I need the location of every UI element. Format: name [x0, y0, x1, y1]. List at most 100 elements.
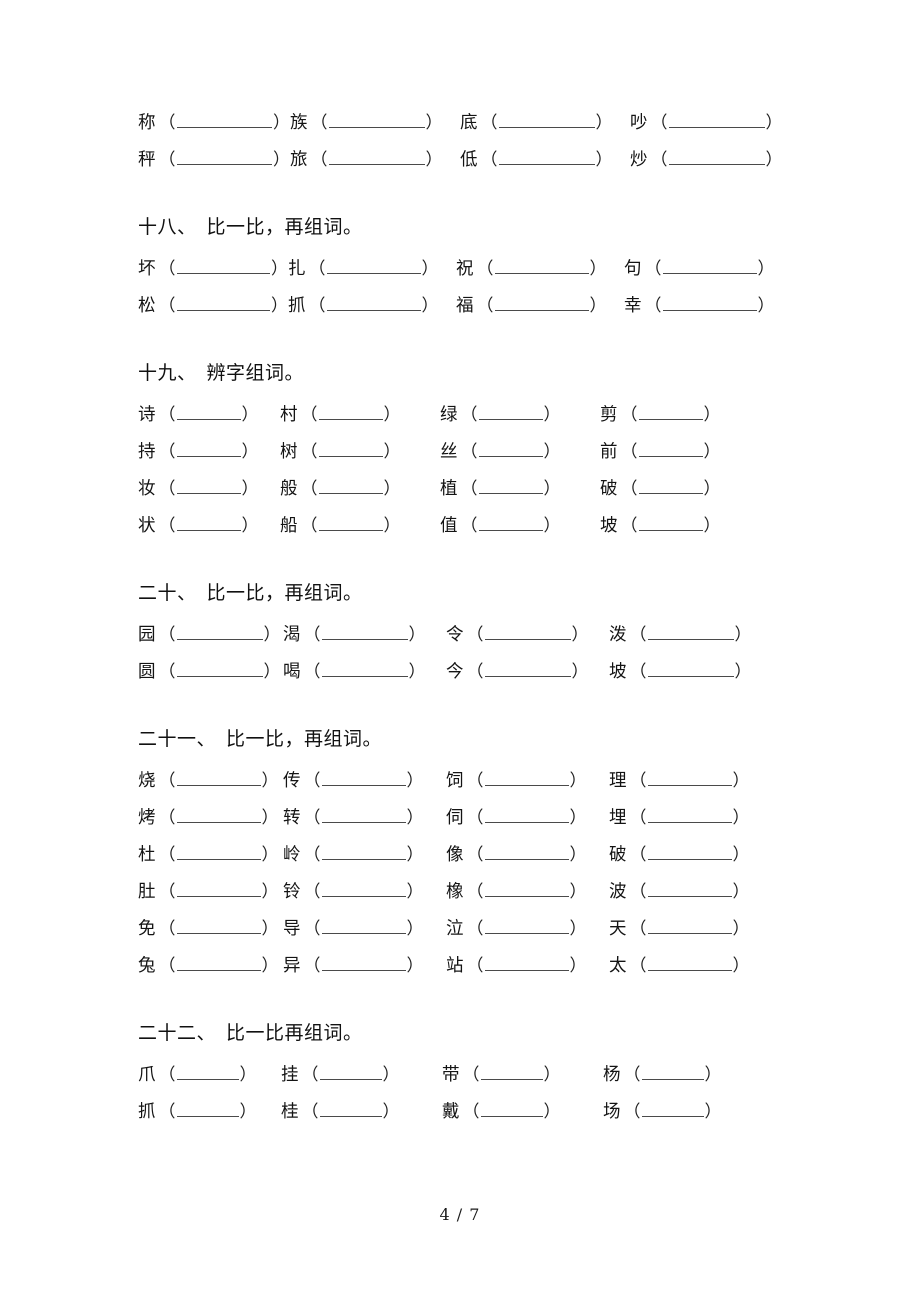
- answer-blank[interactable]: [321, 955, 406, 971]
- open-paren: （: [303, 844, 321, 865]
- answer-blank[interactable]: [321, 881, 406, 897]
- answer-blank[interactable]: [176, 1101, 239, 1117]
- answer-blank[interactable]: [176, 881, 261, 897]
- answer-blank[interactable]: [484, 918, 569, 934]
- answer-blank[interactable]: [647, 661, 734, 677]
- answer-blank[interactable]: [328, 149, 425, 165]
- close-paren: ）: [271, 258, 288, 279]
- answer-blank[interactable]: [318, 478, 383, 494]
- answer-blank[interactable]: [321, 624, 408, 640]
- answer-blank[interactable]: [478, 478, 543, 494]
- close-paren: ）: [543, 515, 561, 536]
- answer-blank[interactable]: [484, 881, 569, 897]
- answer-blank[interactable]: [668, 149, 765, 165]
- answer-blank[interactable]: [647, 918, 732, 934]
- prompt-character: 持: [138, 441, 156, 462]
- open-paren: （: [158, 661, 176, 682]
- answer-blank[interactable]: [176, 112, 272, 128]
- answer-blank[interactable]: [638, 515, 703, 531]
- answer-blank[interactable]: [668, 112, 765, 128]
- answer-blank[interactable]: [328, 112, 425, 128]
- section-19: 十九、 辨字组词。诗（）村（）绿（）剪（）持（）树（）丝（）前（）妆（）般（）植（…: [120, 358, 800, 544]
- answer-blank[interactable]: [176, 404, 241, 420]
- answer-blank[interactable]: [484, 844, 569, 860]
- character-blank-item: 村（ ）: [280, 402, 440, 428]
- close-paren: ）: [732, 844, 750, 865]
- prompt-character: 树: [280, 441, 298, 462]
- close-paren: ）: [765, 149, 783, 170]
- answer-blank[interactable]: [647, 807, 732, 823]
- open-paren: （: [629, 770, 647, 791]
- answer-blank[interactable]: [498, 149, 595, 165]
- character-blank-item: 戴（ ）: [442, 1099, 603, 1125]
- open-paren: （: [158, 258, 176, 279]
- answer-blank[interactable]: [484, 624, 571, 640]
- answer-blank[interactable]: [647, 770, 732, 786]
- answer-blank[interactable]: [176, 844, 261, 860]
- open-paren: （: [629, 624, 647, 645]
- answer-blank[interactable]: [484, 807, 569, 823]
- open-paren: （: [466, 770, 484, 791]
- answer-blank[interactable]: [321, 844, 406, 860]
- answer-blank[interactable]: [176, 1064, 239, 1080]
- prompt-character: 松: [138, 295, 156, 316]
- answer-blank[interactable]: [498, 112, 595, 128]
- answer-blank[interactable]: [176, 515, 241, 531]
- answer-blank[interactable]: [321, 807, 406, 823]
- answer-blank[interactable]: [319, 1064, 382, 1080]
- answer-blank[interactable]: [318, 441, 383, 457]
- answer-blank[interactable]: [176, 807, 261, 823]
- answer-blank[interactable]: [326, 295, 421, 311]
- prompt-character: 圆: [138, 661, 156, 682]
- answer-blank[interactable]: [478, 404, 543, 420]
- prompt-character: 伺: [446, 807, 464, 828]
- close-paren: ）: [569, 807, 587, 828]
- answer-blank[interactable]: [484, 955, 569, 971]
- answer-blank[interactable]: [176, 441, 241, 457]
- answer-blank[interactable]: [321, 770, 406, 786]
- exercise-row: 圆（）喝（）今（）坡（）: [120, 653, 800, 690]
- answer-blank[interactable]: [638, 478, 703, 494]
- answer-blank[interactable]: [319, 1101, 382, 1117]
- character-blank-item: 幸（ ）: [624, 293, 792, 319]
- prompt-character: 坡: [600, 515, 618, 536]
- answer-blank[interactable]: [647, 955, 732, 971]
- answer-blank[interactable]: [176, 258, 270, 274]
- answer-blank[interactable]: [494, 258, 589, 274]
- answer-blank[interactable]: [478, 515, 543, 531]
- answer-blank[interactable]: [494, 295, 589, 311]
- answer-blank[interactable]: [176, 661, 263, 677]
- answer-blank[interactable]: [176, 149, 272, 165]
- answer-blank[interactable]: [641, 1101, 704, 1117]
- answer-blank[interactable]: [647, 881, 732, 897]
- answer-blank[interactable]: [321, 661, 408, 677]
- answer-blank[interactable]: [641, 1064, 704, 1080]
- answer-blank[interactable]: [321, 918, 406, 934]
- character-blank-item: 坏（ ）: [120, 256, 288, 282]
- answer-blank[interactable]: [662, 295, 757, 311]
- answer-blank[interactable]: [638, 441, 703, 457]
- answer-blank[interactable]: [647, 624, 734, 640]
- answer-blank[interactable]: [176, 624, 263, 640]
- answer-blank[interactable]: [176, 295, 270, 311]
- prompt-character: 抓: [288, 295, 306, 316]
- answer-blank[interactable]: [484, 770, 569, 786]
- close-paren: ）: [406, 770, 424, 791]
- answer-blank[interactable]: [478, 441, 543, 457]
- answer-blank[interactable]: [318, 515, 383, 531]
- answer-blank[interactable]: [176, 918, 261, 934]
- answer-blank[interactable]: [638, 404, 703, 420]
- answer-blank[interactable]: [480, 1101, 543, 1117]
- answer-blank[interactable]: [326, 258, 421, 274]
- prompt-character: 幸: [624, 295, 642, 316]
- answer-blank[interactable]: [662, 258, 757, 274]
- answer-blank[interactable]: [484, 661, 571, 677]
- answer-blank[interactable]: [318, 404, 383, 420]
- answer-blank[interactable]: [176, 478, 241, 494]
- open-paren: （: [158, 149, 176, 170]
- character-blank-item: 波（ ）: [609, 879, 772, 905]
- answer-blank[interactable]: [176, 770, 261, 786]
- answer-blank[interactable]: [647, 844, 732, 860]
- answer-blank[interactable]: [480, 1064, 543, 1080]
- answer-blank[interactable]: [176, 955, 261, 971]
